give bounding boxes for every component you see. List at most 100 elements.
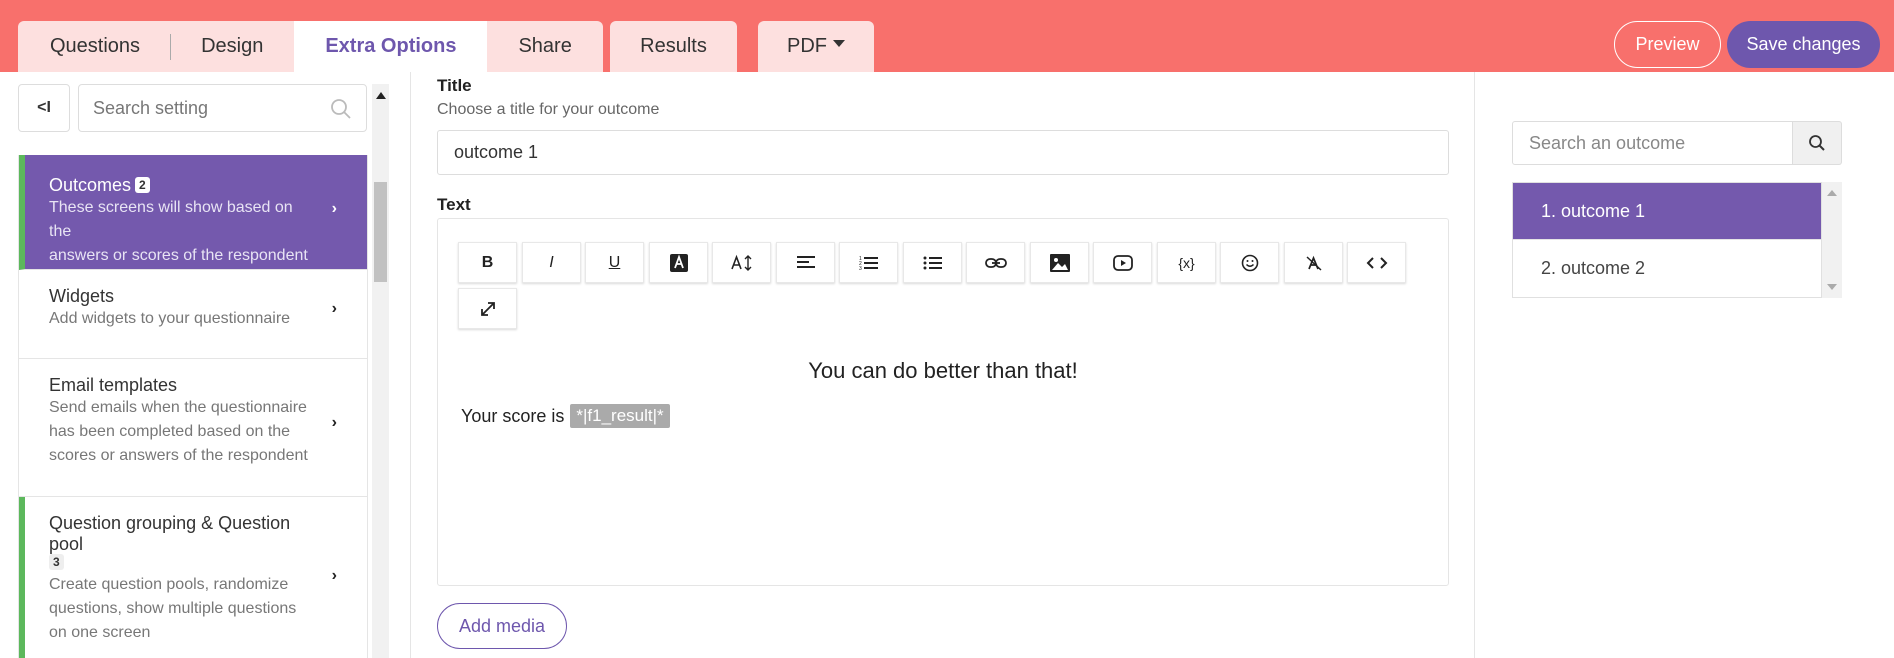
tab-questions[interactable]: Questions [18, 21, 171, 72]
variables-icon: {x} [1178, 254, 1195, 271]
settings-scrollbar[interactable] [372, 84, 389, 658]
bold-icon: B [481, 253, 494, 271]
setting-item-email-templates[interactable]: Email templates Send emails when the que… [19, 359, 367, 497]
bullet-list-icon [923, 256, 942, 269]
outcome-title-value: outcome 1 [454, 142, 539, 162]
clear-format-icon [1305, 255, 1322, 271]
setting-item-question-grouping[interactable]: Question grouping & Question pool 3 Crea… [19, 497, 367, 658]
caret-down-icon [833, 40, 845, 47]
setting-desc: These screens will show based on the [49, 199, 293, 240]
image-button[interactable] [1030, 242, 1089, 283]
save-changes-button[interactable]: Save changes [1727, 21, 1880, 68]
top-bar: Questions Design Extra Options Share Res… [0, 0, 1894, 72]
title-label: Title [437, 76, 472, 95]
divider [1474, 72, 1475, 658]
count-badge: 3 [49, 554, 64, 570]
collapse-sidebar-button[interactable]: <I [18, 84, 70, 132]
tab-extra-options[interactable]: Extra Options [294, 21, 488, 72]
outcome-item[interactable]: 1. outcome 1 [1513, 183, 1821, 240]
chevron-right-icon: › [331, 200, 337, 217]
chevron-right-icon: › [331, 300, 337, 317]
scroll-down-icon [1827, 284, 1837, 290]
tab-pdf[interactable]: PDF [758, 21, 874, 72]
variables-button[interactable]: {x} [1157, 242, 1216, 283]
setting-desc: questions, show multiple questions [49, 600, 297, 617]
link-icon [984, 257, 1007, 268]
tab-design[interactable]: Design [170, 21, 295, 72]
chevron-right-icon: › [331, 414, 337, 431]
scroll-up-icon [376, 92, 386, 99]
title-help: Choose a title for your outcome [437, 101, 660, 118]
video-icon [1112, 254, 1133, 271]
fullscreen-icon [480, 301, 495, 316]
setting-desc: answers or scores of the respondent [49, 247, 308, 264]
bold-button[interactable]: B [458, 242, 517, 283]
align-button[interactable] [776, 242, 835, 283]
video-button[interactable] [1093, 242, 1152, 283]
svg-text:3: 3 [859, 266, 862, 271]
outcome-item[interactable]: 2. outcome 2 [1513, 240, 1821, 297]
collapse-left-icon: <I [37, 99, 51, 116]
merge-tag: *|f1_result|* [570, 404, 670, 428]
fullscreen-button[interactable] [458, 288, 517, 329]
setting-desc: Send emails when the questionnaire [49, 399, 307, 416]
outcome-scrollbar[interactable] [1822, 182, 1842, 298]
emoji-icon [1241, 254, 1258, 271]
editor-heading-text: You can do better than that! [808, 358, 1078, 383]
search-outcome-placeholder: Search an outcome [1529, 132, 1686, 153]
scrollbar-thumb[interactable] [374, 182, 387, 282]
code-icon [1366, 256, 1387, 269]
setting-desc: Create question pools, randomize [49, 576, 289, 593]
underline-icon: U [608, 253, 621, 271]
search-setting-input[interactable]: Search setting [78, 84, 367, 132]
editor-score-line: Your score is *|f1_result|* [461, 404, 670, 428]
outcome-list: 1. outcome 1 2. outcome 2 [1512, 182, 1822, 298]
tab-results-label: Results [640, 35, 707, 57]
emoji-button[interactable] [1220, 242, 1279, 283]
preview-button[interactable]: Preview [1614, 21, 1721, 68]
search-icon [330, 98, 352, 125]
setting-desc: on one screen [49, 624, 151, 641]
chevron-right-icon: › [331, 567, 337, 584]
text-color-button[interactable] [649, 242, 708, 283]
tab-group: Questions Design Extra Options Share [18, 21, 603, 72]
link-button[interactable] [966, 242, 1025, 283]
image-icon [1049, 253, 1070, 272]
add-media-button[interactable]: Add media [437, 603, 567, 649]
setting-title: Question grouping & Question pool [49, 513, 291, 554]
ordered-list-button[interactable]: 123 [839, 242, 898, 283]
setting-item-widgets[interactable]: Widgets Add widgets to your questionnair… [19, 270, 367, 359]
font-size-button[interactable] [712, 242, 771, 283]
search-outcome-button[interactable] [1793, 121, 1842, 165]
underline-button[interactable]: U [585, 242, 644, 283]
divider [410, 72, 411, 658]
bullet-list-button[interactable] [903, 242, 962, 283]
setting-desc: Add widgets to your questionnaire [49, 310, 291, 327]
tab-results[interactable]: Results [610, 21, 737, 72]
setting-desc: has been completed based on the [49, 423, 291, 440]
scroll-up-icon [1827, 190, 1837, 196]
setting-desc: scores or answers of the respondent [49, 447, 308, 464]
setting-title: Widgets [49, 286, 115, 306]
italic-icon: I [549, 253, 554, 271]
score-text: Your score is [461, 405, 565, 426]
setting-item-outcomes[interactable]: Outcomes 2 These screens will show based … [19, 155, 367, 270]
italic-button[interactable]: I [522, 242, 581, 283]
search-icon [1809, 135, 1825, 151]
search-outcome-input[interactable]: Search an outcome [1512, 121, 1793, 165]
font-size-icon [730, 254, 751, 271]
outcome-title-input[interactable]: outcome 1 [437, 130, 1449, 175]
tab-pdf-label: PDF [787, 35, 827, 57]
setting-title: Outcomes 2 [49, 175, 312, 196]
text-label: Text [437, 195, 471, 214]
ordered-list-icon: 123 [859, 256, 878, 271]
align-left-icon [796, 255, 815, 268]
count-badge: 2 [135, 177, 150, 193]
source-code-button[interactable] [1347, 242, 1406, 283]
text-color-icon [669, 253, 688, 272]
tab-share[interactable]: Share [487, 21, 603, 72]
search-setting-placeholder: Search setting [93, 97, 209, 118]
setting-title: Email templates [49, 375, 178, 395]
clear-format-button[interactable] [1284, 242, 1343, 283]
settings-list: Outcomes 2 These screens will show based … [18, 155, 368, 658]
